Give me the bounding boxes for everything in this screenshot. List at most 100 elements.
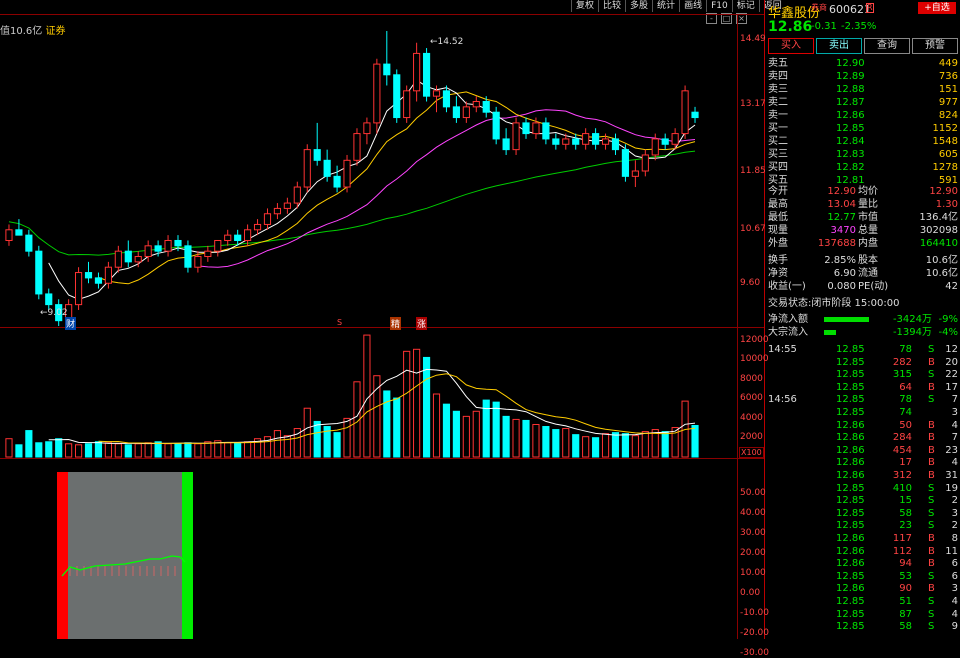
candle-body[interactable]: [671, 133, 679, 145]
volume-bar[interactable]: [154, 441, 162, 458]
candle-body[interactable]: [174, 239, 182, 247]
volume-bar[interactable]: [55, 438, 63, 458]
candle-body[interactable]: [482, 101, 490, 113]
bid-row[interactable]: 买三 12.83 605: [766, 149, 960, 161]
volume-bar[interactable]: [303, 407, 311, 458]
volume-bar[interactable]: [502, 415, 510, 458]
volume-bar[interactable]: [94, 441, 103, 458]
candle-body[interactable]: [661, 138, 669, 145]
volume-bar[interactable]: [5, 438, 13, 458]
candle-body[interactable]: [373, 63, 381, 124]
volume-bar[interactable]: [422, 356, 431, 458]
candle-body[interactable]: [472, 101, 480, 108]
candle-body[interactable]: [124, 250, 132, 263]
bid-row[interactable]: 买一 12.85 1152: [766, 123, 960, 135]
candle-body[interactable]: [204, 250, 212, 258]
candle-body[interactable]: [263, 213, 272, 225]
volume-bar[interactable]: [134, 443, 142, 458]
candle-body[interactable]: [512, 122, 520, 151]
candle-body[interactable]: [393, 74, 401, 119]
volume-bar[interactable]: [393, 397, 401, 458]
ask-row[interactable]: 卖四 12.89 736: [766, 71, 960, 83]
volume-bar[interactable]: [15, 444, 23, 458]
volume-bar[interactable]: [452, 410, 460, 458]
candle-body[interactable]: [621, 149, 630, 177]
kline-chart[interactable]: [0, 0, 737, 639]
candle-body[interactable]: [184, 245, 192, 268]
candle-body[interactable]: [25, 234, 33, 252]
candle-body[interactable]: [253, 223, 262, 231]
volume-bar[interactable]: [74, 444, 83, 458]
volume-bar[interactable]: [592, 437, 600, 458]
add-watchlist-button[interactable]: +自选: [918, 2, 956, 14]
event-tag-jing[interactable]: 精: [390, 317, 402, 330]
candle-body[interactable]: [114, 250, 122, 268]
candle-body[interactable]: [333, 175, 341, 188]
volume-bar[interactable]: [224, 442, 232, 458]
candle-body[interactable]: [35, 250, 43, 295]
volume-bar[interactable]: [204, 441, 212, 458]
volume-bar[interactable]: [313, 420, 321, 458]
candle-body[interactable]: [601, 138, 610, 145]
candle-body[interactable]: [214, 239, 222, 252]
volume-bar[interactable]: [244, 441, 252, 458]
volume-bar[interactable]: [333, 432, 341, 458]
candle-body[interactable]: [164, 239, 172, 252]
volume-bar[interactable]: [174, 443, 182, 458]
candle-body[interactable]: [383, 63, 391, 76]
volume-bar[interactable]: [273, 430, 282, 458]
volume-bar[interactable]: [373, 375, 381, 458]
volume-bar[interactable]: [413, 348, 421, 458]
buy-button[interactable]: 买入: [768, 38, 814, 54]
volume-bar[interactable]: [661, 431, 669, 458]
volume-bar[interactable]: [84, 443, 93, 458]
candle-body[interactable]: [74, 272, 83, 306]
volume-bar[interactable]: [472, 410, 480, 458]
bid-row[interactable]: 买四 12.82 1278: [766, 162, 960, 174]
candle-body[interactable]: [522, 122, 530, 135]
ask-row[interactable]: 卖一 12.86 824: [766, 110, 960, 122]
volume-bar[interactable]: [194, 443, 202, 458]
candle-body[interactable]: [631, 170, 639, 177]
volume-bar[interactable]: [164, 443, 172, 458]
candle-body[interactable]: [313, 149, 321, 161]
volume-bar[interactable]: [104, 442, 112, 458]
volume-bar[interactable]: [542, 426, 550, 458]
volume-bar[interactable]: [512, 418, 520, 458]
candle-body[interactable]: [273, 207, 282, 215]
volume-bar[interactable]: [601, 433, 610, 458]
volume-bar[interactable]: [691, 425, 699, 458]
candle-body[interactable]: [492, 111, 500, 140]
candle-body[interactable]: [641, 154, 649, 172]
candle-body[interactable]: [532, 122, 540, 135]
volume-bar[interactable]: [582, 436, 590, 458]
candle-body[interactable]: [582, 133, 590, 145]
candle-body[interactable]: [154, 245, 162, 252]
volume-bar[interactable]: [522, 419, 530, 458]
volume-bar[interactable]: [641, 431, 649, 458]
candle-body[interactable]: [413, 52, 421, 92]
candle-body[interactable]: [452, 106, 460, 119]
event-tag-zhang[interactable]: 涨: [416, 317, 428, 330]
candle-body[interactable]: [5, 229, 13, 241]
candle-body[interactable]: [45, 293, 53, 306]
ask-row[interactable]: 卖五 12.90 449: [766, 58, 960, 70]
volume-bar[interactable]: [631, 435, 639, 458]
ask-row[interactable]: 卖二 12.87 977: [766, 97, 960, 109]
volume-bar[interactable]: [45, 441, 53, 458]
candle-body[interactable]: [691, 111, 699, 119]
volume-bar[interactable]: [442, 403, 451, 458]
candle-body[interactable]: [144, 245, 152, 258]
volume-bar[interactable]: [124, 444, 132, 458]
volume-bar[interactable]: [552, 429, 560, 458]
candle-body[interactable]: [224, 234, 232, 241]
volume-bar[interactable]: [65, 443, 73, 458]
candle-body[interactable]: [353, 133, 361, 161]
candle-body[interactable]: [323, 159, 331, 177]
event-tag-finance[interactable]: 财: [65, 317, 77, 330]
alert-button[interactable]: 预警: [912, 38, 958, 54]
volume-bar[interactable]: [403, 350, 411, 458]
volume-bar[interactable]: [611, 432, 620, 458]
candle-body[interactable]: [611, 138, 620, 151]
candle-body[interactable]: [134, 256, 142, 263]
